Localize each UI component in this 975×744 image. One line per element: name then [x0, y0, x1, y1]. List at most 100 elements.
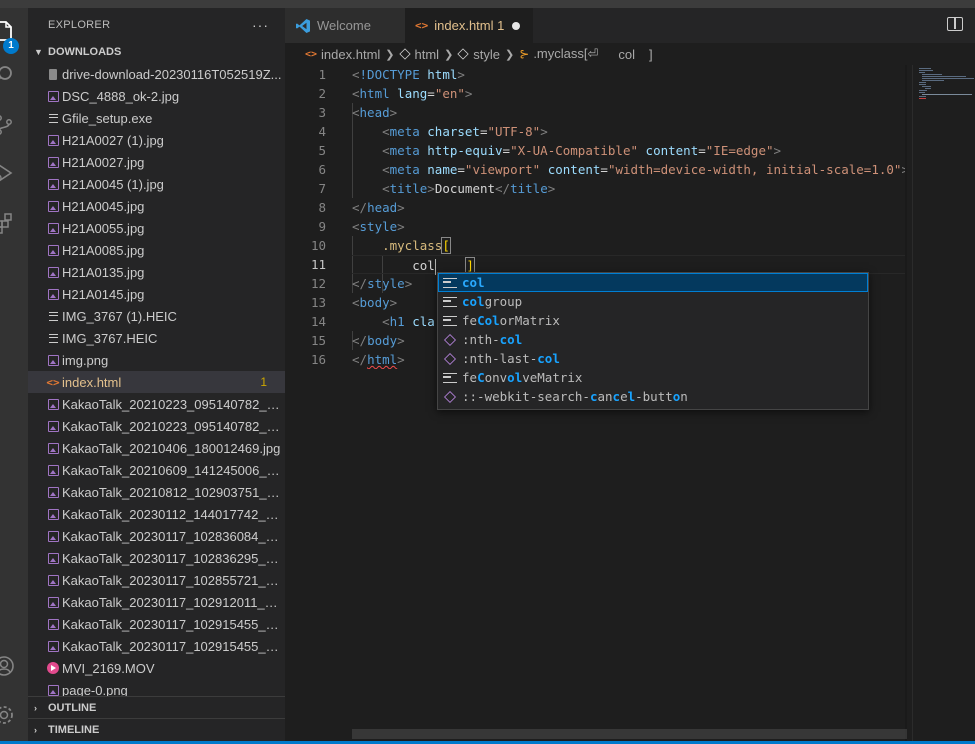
file-item[interactable]: KakaoTalk_20230117_102855721_20.j... — [28, 569, 285, 591]
file-item[interactable]: KakaoTalk_20230117_102915455_22.j... — [28, 635, 285, 657]
suggestion-item[interactable]: col — [438, 273, 868, 292]
outline-label: OUTLINE — [48, 701, 97, 714]
file-item[interactable]: H21A0027.jpg — [28, 151, 285, 173]
tab-welcome[interactable]: Welcome — [285, 8, 405, 43]
breadcrumb-html[interactable]: html — [415, 47, 440, 62]
suggestion-item[interactable]: :nth-last-col — [438, 349, 868, 368]
minimap[interactable] — [912, 65, 975, 741]
line-number: 4 — [318, 124, 326, 139]
file-item[interactable]: H21A0045 (1).jpg — [28, 173, 285, 195]
tab-index-html[interactable]: <> index.html 1 — [405, 8, 533, 43]
suggestion-item[interactable]: :nth-col — [438, 330, 868, 349]
code-line: <!DOCTYPE html> — [352, 67, 465, 82]
file-item[interactable]: H21A0145.jpg — [28, 283, 285, 305]
account-icon[interactable] — [0, 651, 28, 681]
file-item[interactable]: MVI_2169.MOV — [28, 657, 285, 679]
file-name: H21A0027 (1).jpg — [62, 132, 164, 148]
file-name: KakaoTalk_20210223_095140782_21.j... — [62, 418, 285, 434]
more-actions-button[interactable]: ··· — [252, 17, 269, 33]
suggestion-item[interactable]: fe Conv ol veMatrix — [438, 368, 868, 387]
file-item[interactable]: DSC_4888_ok-2.jpg — [28, 85, 285, 107]
explorer-sidebar: EXPLORER ··· ▼ DOWNLOADS drive-download-… — [28, 8, 285, 741]
timeline-label: TIMELINE — [48, 723, 100, 736]
file-item[interactable]: KakaoTalk_20230117_102836295_30.j... — [28, 547, 285, 569]
image-file-icon — [46, 463, 60, 477]
image-file-icon — [46, 639, 60, 653]
suggestion-text: fe — [462, 370, 478, 385]
line-number: 15 — [310, 333, 326, 348]
text-file-icon — [46, 331, 60, 345]
search-icon[interactable] — [0, 60, 28, 90]
file-item[interactable]: H21A0085.jpg — [28, 239, 285, 261]
downloads-folder-header[interactable]: ▼ DOWNLOADS — [28, 41, 285, 63]
file-name: KakaoTalk_20230117_102836084_20.j... — [62, 528, 285, 544]
file-item[interactable]: <> index.html 1 — [28, 371, 285, 393]
file-item[interactable]: page-0.png — [28, 679, 285, 696]
exe-file-icon — [46, 111, 60, 125]
chevron-right-icon: ❯ — [385, 48, 395, 61]
file-name: H21A0027.jpg — [62, 154, 145, 170]
file-item[interactable]: drive-download-20230116T052519Z... — [28, 63, 285, 85]
file-item[interactable]: KakaoTalk_20210812_102903751_04.j... — [28, 481, 285, 503]
suggestion-item[interactable]: fe Col orMatrix — [438, 311, 868, 330]
settings-gear-icon[interactable] — [0, 700, 28, 730]
line-number: 5 — [318, 143, 326, 158]
chevron-right-icon: ❯ — [505, 48, 515, 61]
file-name: H21A0045 (1).jpg — [62, 176, 164, 192]
file-list: drive-download-20230116T052519Z... DSC_48… — [28, 63, 285, 696]
file-item[interactable]: KakaoTalk_20210223_095140782_21.j... — [28, 415, 285, 437]
unsaved-dot-icon[interactable] — [512, 21, 521, 30]
line-number: 16 — [310, 352, 326, 367]
breadcrumb-file[interactable]: index.html — [321, 47, 380, 62]
suggestion-text: veMatrix — [522, 370, 583, 385]
image-file-icon — [46, 419, 60, 433]
file-item[interactable]: H21A0135.jpg — [28, 261, 285, 283]
source-control-icon[interactable] — [0, 110, 28, 140]
file-item[interactable]: H21A0055.jpg — [28, 217, 285, 239]
outline-section-header[interactable]: › OUTLINE — [28, 696, 285, 718]
file-item[interactable]: KakaoTalk_20230117_102912011_23.j... — [28, 591, 285, 613]
file-item[interactable]: KakaoTalk_20210406_180012469.jpg — [28, 437, 285, 459]
file-name: Gfile_setup.exe — [62, 110, 153, 126]
file-item[interactable]: KakaoTalk_20230117_102915455_16.j... — [28, 613, 285, 635]
suggestion-text: ::-webkit-search- — [462, 389, 590, 404]
chevron-right-icon: › — [34, 724, 37, 735]
code-line: <meta charset="UTF-8"> — [382, 124, 548, 139]
line-number: 8 — [318, 200, 326, 215]
file-item[interactable]: IMG_3767 (1).HEIC — [28, 305, 285, 327]
file-item[interactable]: KakaoTalk_20230117_102836084_20.j... — [28, 525, 285, 547]
suggestion-match-text: o — [672, 389, 681, 404]
line-number: 11 — [310, 257, 326, 272]
file-item[interactable]: IMG_3767.HEIC — [28, 327, 285, 349]
file-item[interactable]: Gfile_setup.exe — [28, 107, 285, 129]
timeline-section-header[interactable]: › TIMELINE — [28, 718, 285, 740]
element-cube-icon — [457, 48, 469, 60]
file-item[interactable]: H21A0027 (1).jpg — [28, 129, 285, 151]
breadcrumb-col: col — [618, 46, 636, 62]
breadcrumb-myclass[interactable]: .myclass[⏎ — [533, 46, 598, 62]
folder-label: DOWNLOADS — [48, 46, 122, 58]
title-strip — [0, 0, 975, 8]
activity-bar: 1 — [0, 8, 28, 741]
extensions-icon[interactable] — [0, 208, 28, 238]
run-debug-icon[interactable] — [0, 158, 28, 188]
suggestion-item[interactable]: col group — [438, 292, 868, 311]
breadcrumb-style[interactable]: style — [473, 47, 500, 62]
code-line: <html lang="en"> — [352, 86, 473, 101]
file-item[interactable]: KakaoTalk_20210223_095140782_15.j... — [28, 393, 285, 415]
file-item[interactable]: KakaoTalk_20210609_141245006_08-... — [28, 459, 285, 481]
suggestion-item[interactable]: ::-webkit-search-c an c e l -butt o n — [438, 387, 868, 406]
file-item[interactable]: KakaoTalk_20230112_144017742_02.j... — [28, 503, 285, 525]
horizontal-scrollbar[interactable] — [352, 729, 907, 739]
file-name: KakaoTalk_20230117_102855721_20.j... — [62, 572, 285, 588]
suggestion-text: -butt — [635, 389, 673, 404]
css-class-icon: ⊱ — [519, 47, 530, 61]
image-file-icon — [46, 155, 60, 169]
split-editor-icon[interactable] — [947, 17, 963, 31]
image-file-icon — [46, 595, 60, 609]
file-item[interactable]: img.png — [28, 349, 285, 371]
property-icon — [442, 389, 458, 405]
file-item[interactable]: H21A0045.jpg — [28, 195, 285, 217]
code-line: <meta name="viewport" content="width=dev… — [382, 162, 907, 177]
suggestion-text: n — [680, 389, 688, 404]
